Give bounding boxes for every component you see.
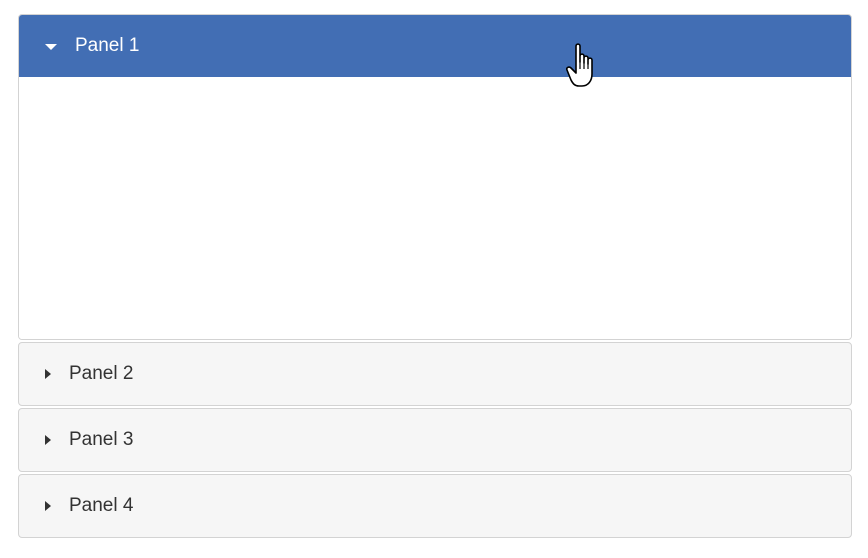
caret-right-icon	[45, 501, 51, 511]
panel-3-label: Panel 3	[69, 429, 134, 450]
panel-4-header[interactable]: Panel 4	[19, 475, 851, 537]
panel-3: Panel 3	[18, 408, 852, 472]
accordion: Panel 1 Panel 2 Panel 3 Panel 4	[18, 14, 852, 540]
panel-2-header[interactable]: Panel 2	[19, 343, 851, 405]
panel-3-header[interactable]: Panel 3	[19, 409, 851, 471]
panel-2: Panel 2	[18, 342, 852, 406]
panel-2-label: Panel 2	[69, 363, 134, 384]
panel-4: Panel 4	[18, 474, 852, 538]
caret-right-icon	[45, 369, 51, 379]
panel-1-content	[19, 77, 851, 339]
caret-down-icon	[45, 44, 57, 50]
panel-1-label: Panel 1	[75, 35, 140, 56]
panel-4-label: Panel 4	[69, 495, 134, 516]
panel-1-header[interactable]: Panel 1	[19, 15, 851, 77]
panel-1: Panel 1	[18, 14, 852, 340]
caret-right-icon	[45, 435, 51, 445]
